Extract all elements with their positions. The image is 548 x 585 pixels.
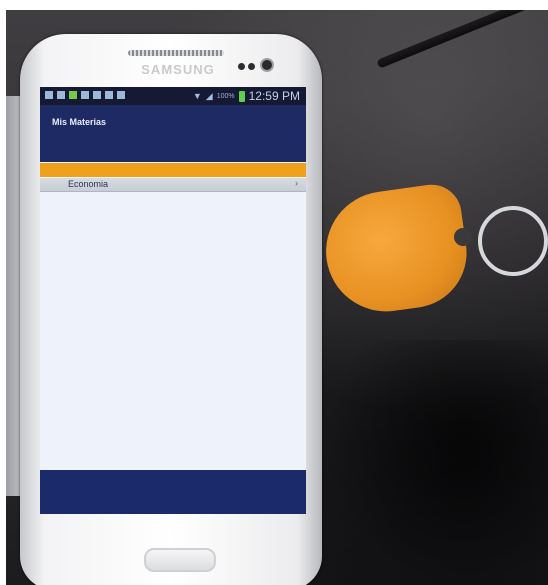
stylus-stick <box>376 10 548 69</box>
notification-icons <box>45 91 125 99</box>
proximity-sensor <box>238 63 245 70</box>
list-item[interactable]: Economia › <box>40 178 306 192</box>
battery-percent: 100% <box>216 92 235 100</box>
accent-bar <box>40 163 306 177</box>
phone-screen: ▼ ◢ 100% 12:59 PM Mis Materias Economia … <box>40 87 306 514</box>
status-right: ▼ ◢ 100% 12:59 PM <box>193 89 300 103</box>
home-button[interactable] <box>144 548 216 572</box>
image-icon <box>93 91 101 99</box>
brand-logo: SAMSUNG <box>141 62 215 77</box>
android-icon <box>117 91 125 99</box>
battery-icon <box>238 90 245 102</box>
app-header: Mis Materias <box>40 105 306 162</box>
content-area <box>40 192 306 470</box>
photo-scene: SAMSUNG ▼ ◢ 100% 12:59 PM Mis Materias E… <box>6 10 548 585</box>
key-ring <box>478 206 548 276</box>
rfid-key-fob <box>318 180 474 320</box>
list-item-label: Economia <box>68 179 109 189</box>
smartphone: SAMSUNG ▼ ◢ 100% 12:59 PM Mis Materias E… <box>20 34 322 585</box>
page-title: Mis Materias <box>52 117 107 127</box>
android-icon <box>69 91 77 99</box>
key-fob-hole <box>454 228 472 246</box>
usb-icon <box>57 91 65 99</box>
chevron-right-icon: › <box>295 178 298 188</box>
image-icon <box>81 91 89 99</box>
bottom-bar <box>40 470 306 514</box>
mail-icon <box>45 91 53 99</box>
bag-icon <box>105 91 113 99</box>
signal-icon: ◢ <box>205 90 213 101</box>
table-shadow <box>326 340 548 585</box>
light-sensor <box>248 63 255 70</box>
wifi-icon: ▼ <box>192 91 202 101</box>
front-camera <box>262 60 272 70</box>
status-time: 12:59 PM <box>248 89 300 103</box>
status-bar: ▼ ◢ 100% 12:59 PM <box>40 87 306 105</box>
earpiece-speaker <box>128 50 224 56</box>
